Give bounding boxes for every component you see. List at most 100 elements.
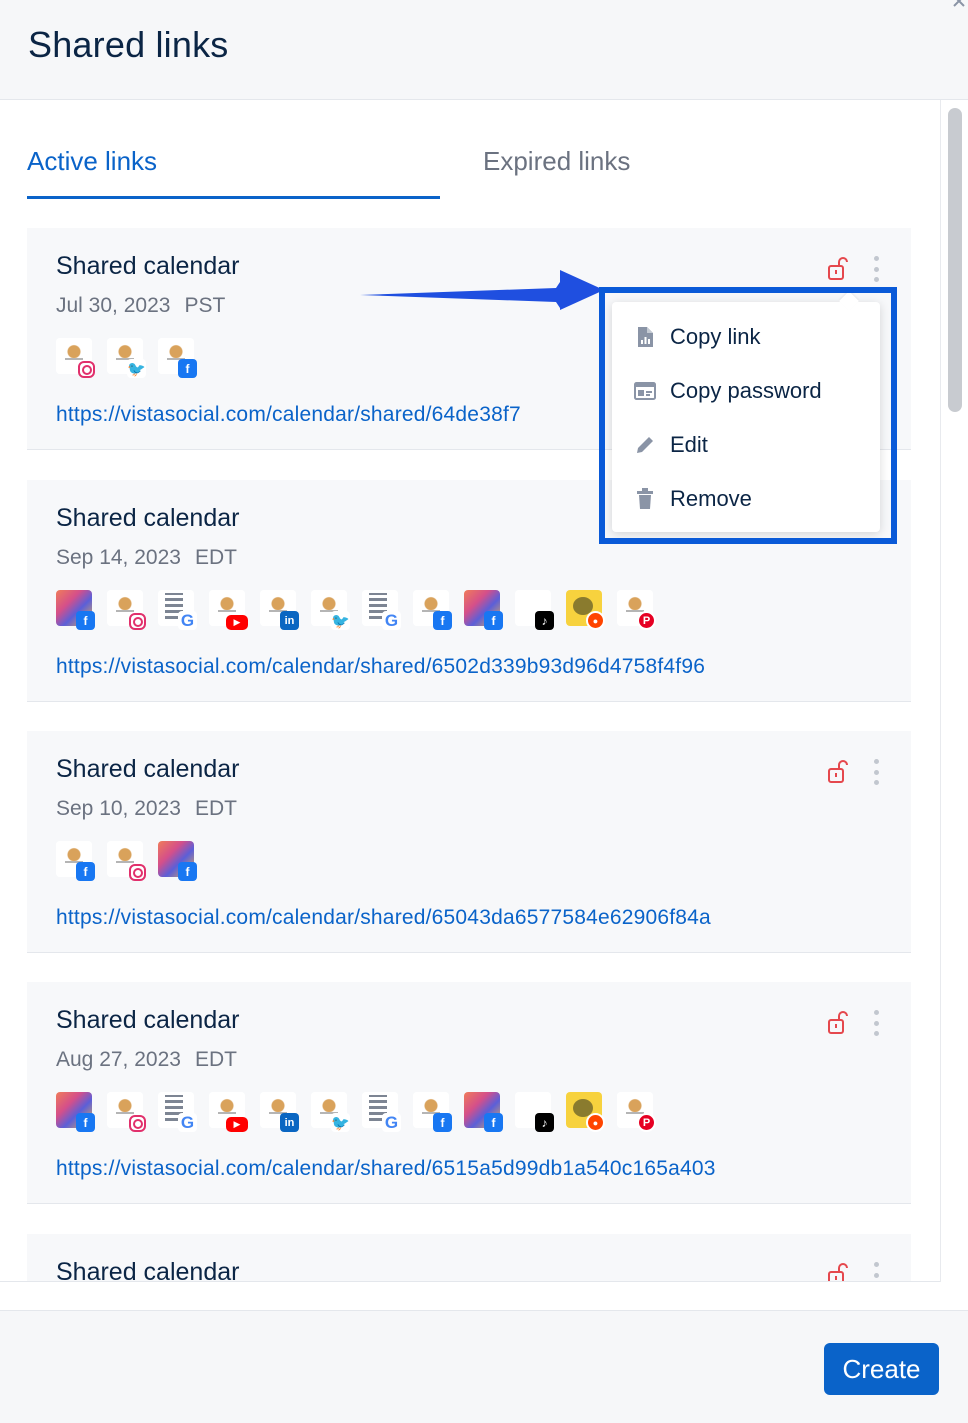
scrollbar[interactable]: [940, 100, 968, 1282]
shared-link-url[interactable]: https://vistasocial.com/calendar/shared/…: [56, 1157, 716, 1181]
profile-avatar: P: [617, 1092, 656, 1132]
card-date-value: Sep 14, 2023: [56, 546, 181, 569]
facebook-icon: f: [178, 359, 197, 378]
password-card-icon: [634, 379, 656, 403]
profile-avatar: G: [362, 1092, 401, 1132]
facebook-icon: f: [484, 611, 503, 630]
menu-item-copy-password[interactable]: Copy password: [634, 374, 822, 408]
more-options-icon[interactable]: [870, 1008, 882, 1038]
document-chart-icon: [634, 325, 656, 349]
menu-item-copy-link[interactable]: Copy link: [634, 320, 760, 354]
google-icon: G: [178, 1113, 197, 1132]
unlock-icon[interactable]: [827, 1262, 851, 1281]
youtube-icon: ▶: [226, 615, 248, 630]
more-options-icon[interactable]: [870, 757, 882, 787]
pencil-icon: [634, 433, 656, 457]
card-timezone: EDT: [194, 797, 237, 820]
profile-avatar: f: [158, 338, 197, 378]
tab-active-links[interactable]: Active links: [27, 146, 157, 177]
profile-avatar: [107, 1092, 146, 1132]
instagram-icon: [129, 1115, 146, 1132]
facebook-icon: f: [76, 1113, 95, 1132]
card-timezone: EDT: [194, 1048, 237, 1071]
profile-avatar: G: [362, 590, 401, 630]
menu-item-label: Copy link: [670, 324, 761, 349]
dialog-footer: Create: [0, 1310, 968, 1423]
profile-avatar: f: [464, 1092, 503, 1132]
menu-item-label: Edit: [670, 432, 708, 457]
profile-avatar: ▶: [209, 1092, 248, 1132]
profile-avatar: f: [56, 1092, 95, 1132]
instagram-icon: [129, 613, 146, 630]
unlock-icon[interactable]: [827, 256, 851, 282]
twitter-icon: 🐦: [331, 611, 350, 630]
dialog-title: Shared links: [28, 24, 229, 65]
linkedin-icon: in: [280, 611, 299, 630]
shared-link-url[interactable]: https://vistasocial.com/calendar/shared/…: [56, 403, 521, 427]
card-date-value: Sep 10, 2023: [56, 797, 181, 820]
profile-avatar: ●: [566, 1092, 605, 1132]
facebook-icon: f: [76, 611, 95, 630]
shared-link-url[interactable]: https://vistasocial.com/calendar/shared/…: [56, 906, 711, 930]
card-title: Shared calendar: [56, 504, 240, 532]
card-date: Sep 10, 2023 EDT: [56, 797, 237, 821]
card-title: Shared calendar: [56, 755, 240, 783]
profile-avatar: 🐦: [311, 590, 350, 630]
instagram-icon: [129, 864, 146, 881]
shared-link-card: Shared calendar Sep 10, 2023 EDT ff https…: [27, 731, 911, 953]
annotation-arrow-icon: [360, 270, 604, 310]
menu-item-edit[interactable]: Edit: [634, 428, 708, 462]
profile-icons: f G ▶ in 🐦 Gf f ♪ ● P: [56, 590, 656, 630]
unlock-icon[interactable]: [827, 759, 851, 785]
profile-icons: 🐦 f: [56, 338, 197, 378]
facebook-icon: f: [433, 611, 452, 630]
create-button[interactable]: Create: [824, 1343, 939, 1395]
tab-expired-links[interactable]: Expired links: [483, 146, 630, 177]
card-date: Sep 14, 2023 EDT: [56, 546, 237, 570]
pinterest-icon: P: [637, 1113, 656, 1132]
google-icon: G: [178, 611, 197, 630]
profile-avatar: G: [158, 590, 197, 630]
profile-avatar: P: [617, 590, 656, 630]
reddit-icon: ●: [586, 611, 605, 630]
shared-link-card: Shared calendar Aug 27, 2023 EDT f G ▶ in 🐦 Gf…: [27, 982, 911, 1204]
google-icon: G: [382, 611, 401, 630]
tiktok-icon: ♪: [535, 611, 554, 630]
card-timezone: PST: [184, 294, 226, 317]
profile-avatar: [107, 590, 146, 630]
more-options-icon[interactable]: [870, 254, 882, 284]
shared-link-url[interactable]: https://vistasocial.com/calendar/shared/…: [56, 655, 705, 679]
facebook-icon: f: [178, 862, 197, 881]
facebook-icon: f: [433, 1113, 452, 1132]
menu-item-label: Remove: [670, 486, 752, 511]
card-date: Aug 27, 2023 EDT: [56, 1048, 237, 1072]
card-timezone: EDT: [194, 546, 237, 569]
profile-avatar: [107, 841, 146, 881]
unlock-icon[interactable]: [827, 1010, 851, 1036]
profile-avatar: [56, 338, 95, 378]
reddit-icon: ●: [586, 1113, 605, 1132]
instagram-icon: [78, 361, 95, 378]
tiktok-icon: ♪: [535, 1113, 554, 1132]
list-bottom-gap: [0, 1282, 968, 1310]
more-options-icon[interactable]: [870, 1260, 882, 1281]
profile-avatar: f: [413, 590, 452, 630]
profile-avatar: 🐦: [311, 1092, 350, 1132]
context-menu: Copy link Copy password Edit Remove: [612, 302, 880, 532]
menu-item-remove[interactable]: Remove: [634, 482, 752, 516]
menu-item-label: Copy password: [670, 378, 822, 403]
active-tab-indicator: [27, 196, 440, 199]
profile-avatar: f: [413, 1092, 452, 1132]
profile-avatar: f: [56, 590, 95, 630]
close-icon[interactable]: [946, 0, 968, 16]
profile-avatar: f: [56, 841, 95, 881]
profile-avatar: ●: [566, 590, 605, 630]
pinterest-icon: P: [637, 611, 656, 630]
profile-avatar: 🐦: [107, 338, 146, 378]
card-title: Shared calendar: [56, 252, 240, 280]
scrollbar-thumb[interactable]: [948, 108, 962, 412]
card-date-value: Aug 27, 2023: [56, 1048, 181, 1071]
google-icon: G: [382, 1113, 401, 1132]
twitter-icon: 🐦: [127, 359, 146, 378]
profile-icons: ff: [56, 841, 197, 881]
